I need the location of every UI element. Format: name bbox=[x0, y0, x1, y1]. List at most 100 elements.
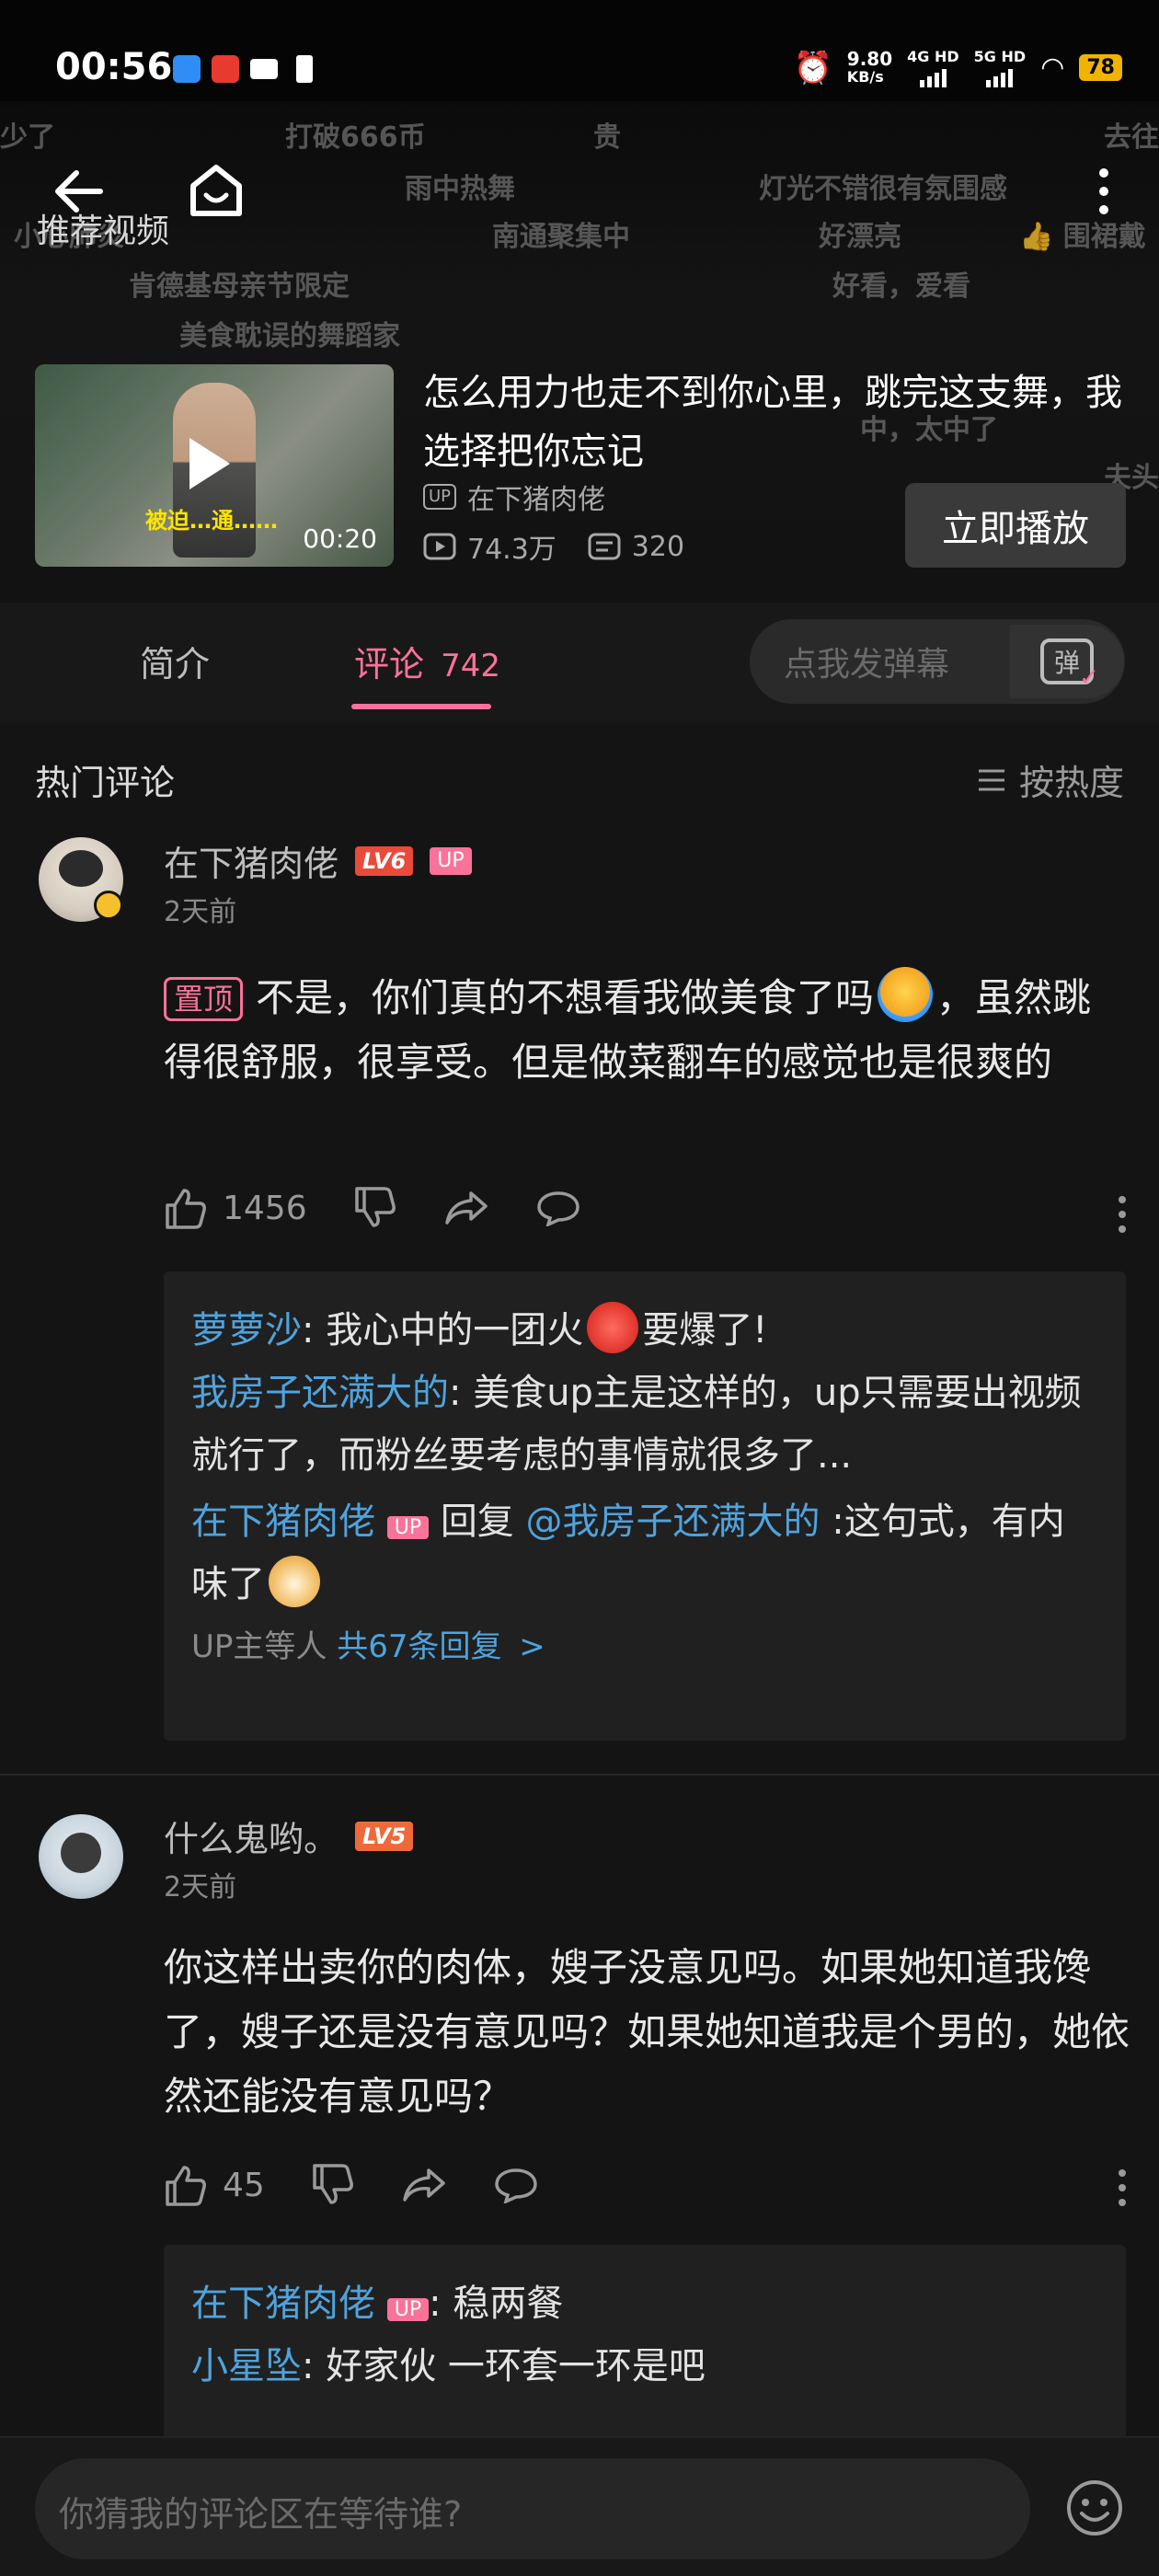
home-icon[interactable] bbox=[184, 158, 248, 223]
crying-emoji-icon bbox=[878, 967, 934, 1022]
comment-input-bar: 你猜我的评论区在等待谁? bbox=[0, 2436, 1159, 2576]
thumbs-down-icon bbox=[354, 1187, 396, 1227]
danmaku-item: 贵 bbox=[593, 121, 621, 154]
danmaku-item: 南通聚集中 bbox=[492, 221, 630, 253]
reply-item[interactable]: 我房子还满大的: 美食up主是这样的，up只需要出视频就行了，而粉丝要考虑的事情… bbox=[191, 1362, 1098, 1487]
thumbs-down-icon bbox=[313, 2164, 353, 2204]
angry-fire-emoji-icon bbox=[587, 1302, 639, 1353]
comment-input-placeholder: 你猜我的评论区在等待谁? bbox=[59, 2494, 463, 2535]
reply-username[interactable]: 我房子还满大的 bbox=[191, 1372, 449, 1414]
comment-text: 置顶 不是，你们真的不想看我做美食了吗 ，虽然跳得很舒服，很享受。但是做菜翻车的感觉… bbox=[164, 966, 1130, 1095]
emoji-picker-icon[interactable] bbox=[1065, 2478, 1124, 2537]
danmaku-placeholder: 点我发弹幕 bbox=[784, 646, 950, 684]
recommended-video-thumbnail[interactable]: 被迫…通…… 00:20 bbox=[35, 364, 394, 567]
doge-emoji-icon bbox=[269, 1556, 320, 1607]
danmaku-toggle-button[interactable]: 弹 ✓ bbox=[1010, 625, 1124, 698]
sort-icon bbox=[978, 769, 1004, 790]
avatar[interactable] bbox=[39, 1814, 123, 1899]
play-count-icon bbox=[423, 533, 456, 560]
share-button[interactable] bbox=[401, 2167, 447, 2203]
comment-text: 你这样出卖你的肉体，嫂子没意见吗。如果她知道我馋了，嫂子还是没有意见吗？如果她知… bbox=[164, 1945, 1130, 2119]
reply-username[interactable]: 在下猪肉佬 bbox=[191, 1501, 375, 1543]
reply-button[interactable] bbox=[535, 1190, 581, 1226]
verified-badge-icon bbox=[94, 891, 123, 920]
dislike-button[interactable] bbox=[311, 2164, 355, 2206]
like-button[interactable]: 45 bbox=[164, 2164, 265, 2206]
signal-bars-icon bbox=[919, 65, 947, 87]
reply-username[interactable]: 小星坠 bbox=[191, 2345, 302, 2387]
avatar-figure bbox=[59, 850, 103, 887]
reply-item[interactable]: 小星坠: 好家伙 一环套一环是吧 bbox=[191, 2335, 1098, 2398]
recommended-video-stats: 74.3万 320 bbox=[423, 526, 684, 567]
reply-bubble-icon bbox=[536, 1191, 580, 1226]
reply-preview-box[interactable]: 在下猪肉佬 UP: 稳两餐 小星坠: 好家伙 一环套一环是吧 bbox=[164, 2245, 1126, 2447]
dislike-button[interactable] bbox=[353, 1187, 397, 1229]
up-badge: UP bbox=[386, 1516, 430, 1539]
comment-actions: 45 bbox=[164, 2164, 585, 2206]
danmaku-item: 好看，爱看 bbox=[832, 270, 970, 303]
comment-time: 2天前 bbox=[164, 896, 237, 928]
comment-more-icon[interactable] bbox=[1113, 1187, 1131, 1242]
author-name: 在下猪肉佬 bbox=[467, 484, 606, 516]
recommended-video-title[interactable]: 怎么用力也走不到你心里，跳完这支舞，我选择把你忘记 bbox=[423, 363, 1131, 481]
view-more-replies-link[interactable]: UP主等人 共67条回复 > bbox=[191, 1621, 1098, 1666]
level-badge: LV6 bbox=[355, 845, 414, 876]
signal-bars-icon bbox=[986, 65, 1014, 87]
danmaku-item: 肯德基母亲节限定 bbox=[129, 270, 350, 303]
reply-preview-box[interactable]: 萝萝沙: 我心中的一团火 要爆了! 我房子还满大的: 美食up主是这样的，up只需… bbox=[164, 1271, 1126, 1741]
share-button[interactable] bbox=[443, 1190, 489, 1226]
comment-username[interactable]: 什么鬼哟。 LV5 bbox=[164, 1811, 414, 1861]
level-badge: LV5 bbox=[355, 1821, 414, 1851]
comment-more-icon[interactable] bbox=[1113, 2160, 1131, 2215]
reply-username[interactable]: 在下猪肉佬 bbox=[191, 2283, 375, 2325]
hot-comments-title: 热门评论 bbox=[35, 763, 176, 803]
thumbs-up-icon bbox=[166, 2166, 206, 2206]
reply-item[interactable]: 萝萝沙: 我心中的一团火 要爆了! bbox=[191, 1299, 1098, 1362]
thumbs-up-icon bbox=[166, 1189, 206, 1229]
tab-comments-count: 742 bbox=[441, 648, 501, 684]
chevron-right-icon: > bbox=[519, 1628, 545, 1665]
comment-username[interactable]: 在下猪肉佬 LV6 UP bbox=[164, 835, 472, 886]
comment-actions: 1456 bbox=[164, 1187, 627, 1229]
share-icon bbox=[444, 1191, 488, 1225]
more-options-icon[interactable] bbox=[1085, 164, 1122, 219]
danmaku-item: 雨中热舞 bbox=[405, 173, 515, 205]
danmaku-item: 少了 bbox=[0, 121, 55, 154]
thumbnail-caption: 被迫…通…… bbox=[145, 508, 278, 534]
sort-by-hot-button[interactable]: 按热度 bbox=[977, 754, 1124, 805]
danmaku-item: 美食耽误的舞蹈家 bbox=[179, 320, 400, 352]
up-tag: UP bbox=[423, 484, 457, 510]
active-tab-indicator bbox=[351, 704, 491, 709]
danmaku-toggle-icon: 弹 ✓ bbox=[1040, 638, 1099, 692]
play-icon[interactable] bbox=[189, 438, 230, 489]
danmaku-count-icon bbox=[588, 533, 621, 560]
pinned-badge: 置顶 bbox=[164, 977, 244, 1021]
up-badge: UP bbox=[430, 846, 472, 875]
danmaku-item: 去往 bbox=[1104, 121, 1159, 154]
reply-item[interactable]: 在下猪肉佬 UP 回复 @我房子还满大的 :这句式，有内味了 bbox=[191, 1490, 1098, 1616]
play-now-button[interactable]: 立即播放 bbox=[905, 483, 1126, 568]
mention-link[interactable]: @我房子还满大的 bbox=[526, 1501, 820, 1543]
recommended-label: 推荐视频 bbox=[37, 213, 170, 250]
danmaku-item: 👍 围裙戴 bbox=[1019, 221, 1146, 253]
danmaku-item: 灯光不错很有氛围感 bbox=[759, 173, 1007, 205]
reply-bubble-icon bbox=[495, 2168, 537, 2203]
like-button[interactable]: 1456 bbox=[164, 1187, 307, 1229]
bank-notification-icon bbox=[212, 55, 239, 83]
status-right: ⏰ 9.80 KB/s 4G HD 5G HD ◠ 78 bbox=[793, 48, 1122, 87]
reply-username[interactable]: 萝萝沙 bbox=[191, 1309, 302, 1351]
net-speed: 9.80 KB/s bbox=[846, 47, 893, 86]
tab-intro[interactable]: 简介 bbox=[140, 636, 210, 686]
reply-item[interactable]: 在下猪肉佬 UP: 稳两餐 bbox=[191, 2272, 1098, 2335]
status-time: 00:56 bbox=[55, 46, 173, 88]
comment-divider bbox=[0, 1774, 1159, 1776]
check-icon: ✓ bbox=[1079, 664, 1099, 692]
share-icon bbox=[403, 2168, 445, 2202]
signal-5g: 5G HD bbox=[974, 48, 1026, 87]
app-notification-icon bbox=[173, 55, 201, 83]
reply-button[interactable] bbox=[493, 2167, 539, 2203]
recommended-video-author[interactable]: UP 在下猪肉佬 bbox=[423, 477, 605, 517]
tab-comments[interactable]: 评论 742 bbox=[354, 636, 500, 686]
tab-comments-label: 评论 bbox=[354, 644, 425, 684]
mail-icon bbox=[250, 59, 278, 79]
